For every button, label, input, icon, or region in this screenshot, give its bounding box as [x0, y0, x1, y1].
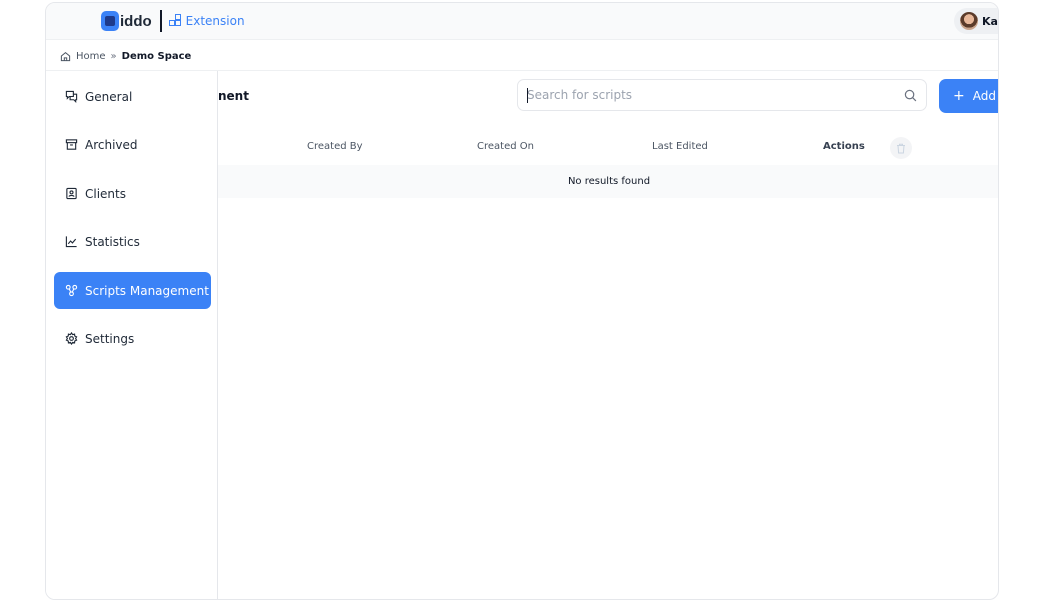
page-title: nent [218, 89, 249, 103]
column-header-created-on: Created On [477, 141, 534, 152]
sidebar-item-statistics[interactable]: Statistics [54, 223, 211, 260]
sidebar-item-label: Scripts Management [85, 283, 209, 298]
gear-icon [65, 332, 78, 345]
logo-mark-icon [101, 11, 119, 31]
column-header-last-edited: Last Edited [652, 141, 708, 152]
extension-label: Extension [185, 14, 245, 28]
sidebar-item-settings[interactable]: Settings [54, 320, 211, 357]
breadcrumb-home[interactable]: Home [76, 51, 106, 62]
app-window: iddo Extension Ka Home » Demo Space nent [45, 2, 999, 600]
logo-text: iddo [120, 12, 152, 30]
sidebar-item-label: General [85, 89, 133, 104]
trash-icon [897, 143, 905, 153]
breadcrumb-current: Demo Space [121, 50, 192, 62]
plus-icon: + [953, 88, 965, 104]
sidebar-item-label: Archived [85, 137, 138, 152]
avatar [960, 12, 978, 30]
empty-state-row: No results found [218, 165, 998, 198]
sidebar-item-general[interactable]: General [54, 78, 211, 115]
user-name: Ka [982, 14, 998, 28]
contact-card-icon [65, 187, 78, 200]
line-chart-icon [65, 235, 78, 248]
breadcrumb: Home » Demo Space [60, 47, 191, 65]
sidebar-item-label: Statistics [85, 234, 140, 249]
column-header-created-by: Created By [307, 141, 363, 152]
archive-box-icon [65, 138, 78, 151]
nodes-icon [65, 284, 78, 297]
text-caret [527, 88, 528, 103]
logo-divider [159, 10, 162, 32]
column-header-actions: Actions [823, 141, 865, 152]
add-script-button[interactable]: + Add N [939, 79, 998, 113]
sidebar-item-scripts-management[interactable]: Scripts Management [54, 272, 211, 309]
home-icon [60, 51, 71, 61]
empty-state-text: No results found [567, 176, 651, 187]
search-input[interactable] [527, 86, 887, 104]
search-box[interactable] [517, 79, 927, 111]
user-menu[interactable]: Ka [954, 8, 998, 34]
breadcrumb-separator: » [110, 50, 117, 62]
search-icon[interactable] [904, 89, 917, 102]
sidebar: General Archived Clients Statistics Scri… [46, 71, 218, 599]
chat-bubbles-icon [65, 90, 78, 103]
sidebar-item-label: Clients [85, 186, 126, 201]
sidebar-item-archived[interactable]: Archived [54, 126, 211, 163]
extension-icon [168, 14, 183, 28]
sidebar-item-label: Settings [85, 331, 135, 346]
logo[interactable]: iddo Extension [101, 9, 245, 33]
bulk-delete-button[interactable] [890, 137, 912, 159]
top-header: iddo Extension Ka [46, 3, 998, 40]
sidebar-item-clients[interactable]: Clients [54, 175, 211, 212]
add-script-label: Add N [972, 89, 998, 103]
